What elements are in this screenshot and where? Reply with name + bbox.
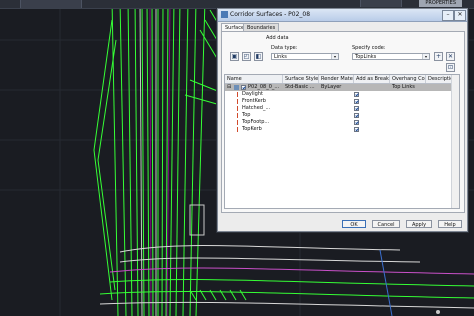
close-icon[interactable]: ✕: [454, 10, 466, 21]
column-header-overhang-correction[interactable]: Overhang Co...: [390, 75, 426, 83]
breakline-checkbox[interactable]: [354, 113, 359, 118]
breakline-checkbox[interactable]: [354, 127, 359, 132]
table-row[interactable]: Hatched_...: [225, 105, 459, 112]
drawing-tab[interactable]: [20, 0, 82, 8]
apply-button[interactable]: Apply: [406, 220, 432, 228]
table-header: Name Surface Style Render Mater... Add a…: [225, 75, 459, 84]
app-icon: [221, 11, 228, 18]
table-row[interactable]: ⊟ P02_08_0_... Std-Basic ... ByLayer Top…: [225, 84, 459, 91]
cancel-button[interactable]: Cancel: [372, 220, 400, 228]
specify-code-value: TopLinks: [355, 54, 377, 60]
column-header-render-material[interactable]: Render Mater...: [319, 75, 354, 83]
row-render-material[interactable]: ByLayer: [321, 84, 353, 91]
surfaces-table: Name Surface Style Render Mater... Add a…: [224, 74, 460, 209]
surface-icon: [234, 85, 239, 90]
minimize-icon[interactable]: –: [442, 10, 454, 21]
chevron-down-icon: ▾: [422, 54, 429, 59]
row-name: TopKerb: [242, 126, 262, 132]
help-button[interactable]: Help: [438, 220, 462, 228]
chevron-down-icon: ▾: [331, 54, 338, 59]
add-data-label: Add data: [266, 35, 289, 41]
delete-icon[interactable]: ✕: [446, 52, 455, 61]
table-row[interactable]: Top: [225, 112, 459, 119]
specify-code-label: Specify code:: [352, 45, 386, 51]
column-header-add-as-breakline[interactable]: Add as Breakl...: [354, 75, 390, 83]
properties-palette-tab[interactable]: PROPERTIES: [419, 0, 462, 7]
row-overhang-correction[interactable]: Top Links: [392, 84, 425, 91]
breakline-checkbox[interactable]: [354, 99, 359, 104]
breakline-checkbox[interactable]: [354, 92, 359, 97]
column-header-surface-style[interactable]: Surface Style: [283, 75, 319, 83]
row-surface-style[interactable]: Std-Basic ...: [285, 84, 318, 91]
table-row[interactable]: Daylight: [225, 91, 459, 98]
column-header-description[interactable]: Description: [426, 75, 452, 83]
breakline-checkbox[interactable]: [354, 106, 359, 111]
dialog-titlebar[interactable]: Corridor Surfaces - P02_08 – ✕: [218, 9, 467, 22]
collapse-icon[interactable]: ⊟: [227, 84, 233, 91]
row-name: Daylight: [242, 91, 263, 97]
table-row[interactable]: TopKerb: [225, 126, 459, 133]
column-header-name[interactable]: Name: [225, 75, 283, 83]
drawing-tab[interactable]: [360, 0, 402, 8]
row-name: FrontKerb: [242, 98, 266, 104]
dialog-title: Corridor Surfaces - P02_08: [230, 11, 311, 18]
surface-checkbox[interactable]: [241, 85, 246, 90]
row-name: Top: [242, 112, 251, 118]
data-type-label: Data type:: [271, 45, 298, 51]
add-data-button[interactable]: +: [434, 52, 443, 61]
pick-code-button[interactable]: ⊡: [446, 63, 455, 72]
ok-button[interactable]: OK: [342, 220, 366, 228]
row-name: P02_08_0_...: [248, 84, 280, 90]
table-scrollbar[interactable]: [451, 75, 459, 208]
data-type-value: Links: [274, 54, 287, 60]
corridor-surfaces-dialog: Corridor Surfaces - P02_08 – ✕ Surfaces …: [217, 8, 468, 232]
row-name: TopFootp...: [242, 119, 270, 125]
breakline-checkbox[interactable]: [354, 120, 359, 125]
table-row[interactable]: FrontKerb: [225, 98, 459, 105]
specify-code-select[interactable]: TopLinks ▾: [352, 53, 430, 60]
data-type-select[interactable]: Links ▾: [271, 53, 339, 60]
create-surface-button[interactable]: ▣: [230, 52, 239, 61]
table-row[interactable]: TopFootp...: [225, 119, 459, 126]
select-from-drawing-button[interactable]: ◧: [254, 52, 263, 61]
row-name: Hatched_...: [242, 105, 271, 111]
pick-icon[interactable]: ◰: [242, 52, 251, 61]
